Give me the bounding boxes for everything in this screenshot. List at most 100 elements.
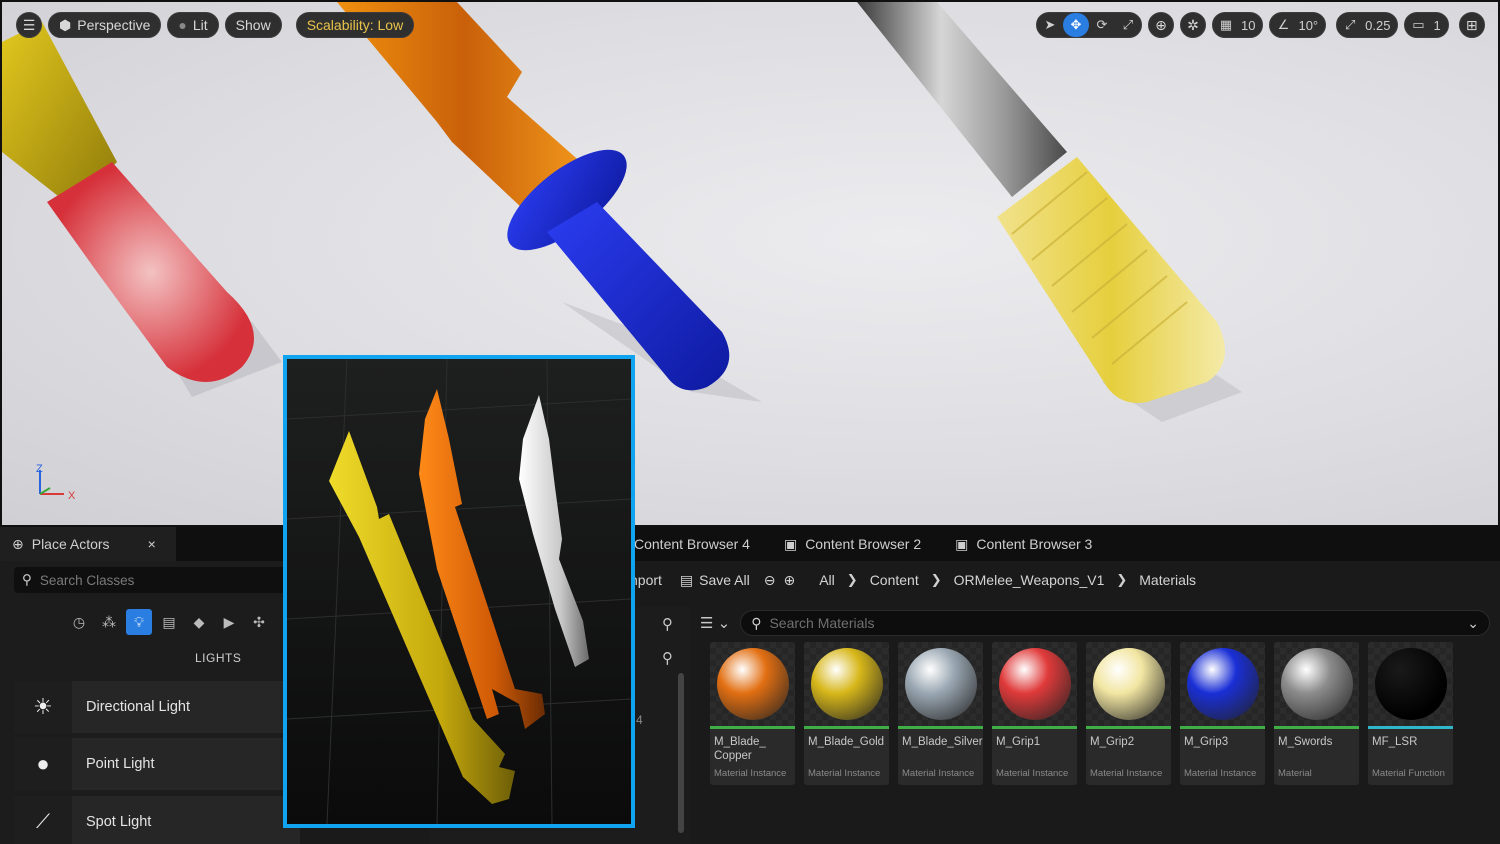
viewport-layout-button[interactable]: ⊞: [1458, 12, 1485, 38]
material-sphere-icon: [1374, 648, 1447, 720]
lit-sphere-icon: ●: [178, 17, 187, 33]
scale-snap-value: 0.25: [1365, 17, 1391, 33]
axis-gizmo: Z X: [36, 463, 76, 502]
scale-snap-icon: ⤢: [1344, 17, 1356, 32]
asset-type: Material Instance: [1090, 768, 1163, 779]
tree-row-text: 4: [636, 713, 643, 727]
viewport-menu-button[interactable]: ☰: [16, 12, 42, 38]
asset-name: M_Grip1: [996, 736, 1041, 748]
actor-label: Point Light: [86, 756, 155, 772]
history-back-icon[interactable]: ⊖: [764, 572, 776, 589]
actor-point-light[interactable]: ● Point Light: [14, 738, 300, 790]
search-materials-input[interactable]: ⚲ Search Materials ⌄: [740, 610, 1490, 636]
show-button[interactable]: Show: [224, 12, 282, 38]
material-sphere-icon: [998, 648, 1071, 720]
tree-search-icon[interactable]: ⚲: [662, 615, 673, 633]
viewport-scene: [2, 2, 1242, 422]
save-all-button[interactable]: ▤ Save All: [680, 572, 750, 589]
material-sphere-icon: [904, 648, 977, 720]
breadcrumb: All ❯ Content ❯ ORMelee_Weapons_V1 ❯ Materi…: [819, 572, 1196, 588]
filter-icon[interactable]: ☰ ⌄: [700, 614, 730, 632]
tab-content-browser-4[interactable]: Content Browser 4: [622, 527, 762, 561]
breadcrumb-ormelee-weapons[interactable]: ORMelee_Weapons_V1: [954, 572, 1105, 588]
asset-thumbnail: [1274, 642, 1359, 726]
transform-tools: ➤ ✥ ⟳ ⤢: [1036, 12, 1142, 38]
asset-name: MF_LSR: [1372, 736, 1418, 748]
cube-icon: ⬢: [59, 16, 72, 33]
perspective-button[interactable]: ⬢ Perspective: [48, 12, 162, 38]
tree-scrollbar[interactable]: [678, 673, 684, 833]
tab-label: Content Browser 4: [634, 536, 750, 552]
camera-speed-control[interactable]: ▭ 1: [1404, 12, 1449, 38]
preview-image: [287, 359, 631, 824]
world-local-toggle[interactable]: ⊕: [1148, 12, 1174, 38]
asset-name: M_Blade_ Copper: [714, 736, 766, 762]
history-forward-icon[interactable]: ⊕: [783, 572, 795, 589]
breadcrumb-materials[interactable]: Materials: [1139, 572, 1196, 588]
chevron-down-icon: ⌄: [1467, 614, 1479, 631]
asset-tile[interactable]: M_Grip2 Material Instance: [1086, 642, 1171, 785]
grid-snap-control[interactable]: ▦ 10: [1212, 12, 1264, 38]
rotate-tool-icon[interactable]: ⟳: [1089, 13, 1115, 37]
level-viewport[interactable]: ☰ ⬢ Perspective ● Lit Show Scalability: Lo…: [0, 0, 1500, 527]
asset-thumbnail: [898, 642, 983, 726]
chevron-right-icon: ❯: [846, 572, 858, 587]
actor-category-bar: ◷ ⁂ 💡︎ ▤ ◆ ▶ ✣: [66, 609, 272, 635]
asset-name: M_Blade_Silver: [902, 736, 983, 748]
search-materials-placeholder: Search Materials: [769, 615, 875, 631]
tab-label: Content Browser 3: [976, 536, 1093, 552]
tab-content-browser-2[interactable]: ▣ Content Browser 2: [772, 527, 933, 561]
asset-tile[interactable]: M_Swords Material: [1274, 642, 1359, 785]
scale-tool-icon[interactable]: ⤢: [1115, 13, 1141, 37]
cinematic-icon[interactable]: ▤: [156, 609, 182, 635]
asset-tile[interactable]: M_Blade_Gold Material Instance: [804, 642, 889, 785]
translate-tool-icon[interactable]: ✥: [1063, 13, 1089, 37]
bulb-icon: ●: [36, 751, 50, 776]
material-sphere-icon: [1186, 648, 1259, 720]
asset-type: Material Instance: [1184, 768, 1257, 779]
asset-tile[interactable]: M_Blade_Silver Material Instance: [898, 642, 983, 785]
rotation-snap-control[interactable]: ∠ 10°: [1269, 12, 1327, 38]
asset-name: M_Blade_Gold: [808, 736, 885, 748]
surface-snapping-toggle[interactable]: ✲: [1180, 12, 1206, 38]
actor-spot-light[interactable]: ⟋ Spot Light: [14, 796, 300, 844]
scalability-button[interactable]: Scalability: Low: [295, 12, 415, 38]
asset-tile[interactable]: MF_LSR Material Function: [1368, 642, 1453, 785]
spotlight-icon: ⟋: [36, 810, 50, 833]
all-classes-icon[interactable]: ✣: [246, 609, 272, 635]
search-classes-input[interactable]: ⚲ Search Classes: [14, 567, 286, 593]
axis-x-label: X: [68, 490, 76, 502]
asset-name: M_Swords: [1278, 736, 1333, 748]
asset-tile[interactable]: M_Grip1 Material Instance: [992, 642, 1077, 785]
save-icon: ▤: [679, 571, 694, 588]
tab-content-browser-3[interactable]: ▣ Content Browser 3: [943, 527, 1104, 561]
lit-button[interactable]: ● Lit: [167, 12, 219, 38]
breadcrumb-content[interactable]: Content: [870, 572, 919, 588]
close-tab-icon[interactable]: ×: [148, 536, 156, 552]
actor-directional-light[interactable]: ☀ Directional Light: [14, 681, 300, 733]
rotation-snap-value: 10°: [1298, 17, 1319, 33]
volumes-icon[interactable]: ▶: [216, 609, 242, 635]
shapes-icon[interactable]: ⁂: [96, 609, 122, 635]
folder-icon: ▣: [783, 535, 798, 552]
angle-icon: ∠: [1277, 17, 1290, 32]
asset-tile[interactable]: M_Grip3 Material Instance: [1180, 642, 1265, 785]
camera-speed-value: 1: [1433, 17, 1441, 33]
asset-thumbnail: [1086, 642, 1171, 726]
lit-label: Lit: [192, 17, 208, 33]
tree-filter-search-icon[interactable]: ⚲: [662, 649, 673, 667]
material-sphere-icon: [1280, 648, 1353, 720]
visual-effects-icon[interactable]: ◆: [186, 609, 212, 635]
place-actors-icon: ⊕: [12, 535, 24, 552]
scale-snap-control[interactable]: ⤢ 0.25: [1336, 12, 1399, 38]
recent-icon[interactable]: ◷: [66, 609, 92, 635]
select-tool-icon[interactable]: ➤: [1037, 13, 1063, 37]
asset-filter-row: ☰ ⌄ ⚲ Search Materials ⌄: [700, 609, 1490, 637]
place-actors-tab[interactable]: ⊕ Place Actors ×: [0, 527, 176, 561]
breadcrumb-all[interactable]: All: [819, 572, 835, 588]
asset-type: Material Instance: [996, 768, 1069, 779]
tab-label: Content Browser 2: [805, 536, 922, 552]
camera-icon: ▭: [1412, 17, 1425, 32]
asset-tile[interactable]: M_Blade_ Copper Material Instance: [710, 642, 795, 785]
lights-icon[interactable]: 💡︎: [126, 609, 152, 635]
